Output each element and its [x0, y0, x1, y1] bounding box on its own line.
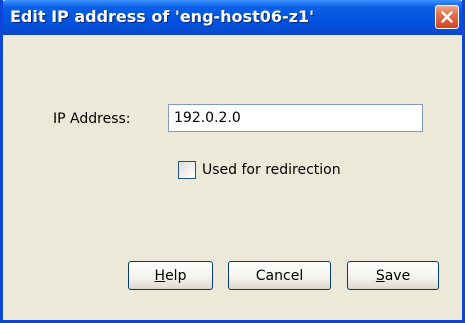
ip-address-label: IP Address: — [53, 111, 131, 127]
redirection-checkbox[interactable] — [178, 161, 196, 179]
window-title: Edit IP address of 'eng-host06-z1' — [10, 7, 314, 26]
save-label-rest: ave — [384, 267, 411, 284]
title-bar[interactable]: Edit IP address of 'eng-host06-z1' — [3, 0, 462, 35]
save-button[interactable]: Save — [347, 261, 439, 290]
dialog-window: Edit IP address of 'eng-host06-z1' IP Ad… — [0, 0, 465, 323]
close-icon — [441, 11, 453, 23]
cancel-label: Cancel — [255, 267, 304, 284]
close-button[interactable] — [435, 5, 459, 29]
help-mnemonic: H — [154, 267, 166, 284]
cancel-button[interactable]: Cancel — [228, 261, 331, 290]
help-button[interactable]: Help — [128, 261, 213, 290]
redirection-option[interactable]: Used for redirection — [178, 160, 341, 180]
redirection-label[interactable]: Used for redirection — [202, 162, 341, 178]
ip-address-input[interactable] — [168, 104, 423, 132]
save-mnemonic: S — [375, 267, 385, 284]
help-label-rest: elp — [165, 267, 187, 284]
